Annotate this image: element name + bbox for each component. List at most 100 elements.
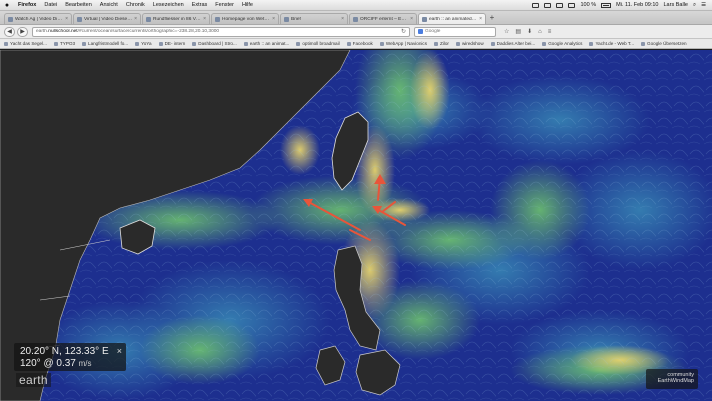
new-tab-button[interactable]: + xyxy=(487,13,497,24)
bookmark-label: optimoll broadmail xyxy=(302,41,340,46)
tab-favicon-icon xyxy=(353,16,358,22)
bookmark-favicon-icon xyxy=(346,41,351,46)
dropbox-icon[interactable] xyxy=(532,2,540,8)
bookmark-favicon-icon xyxy=(542,41,547,46)
tab-close-icon[interactable]: × xyxy=(203,16,206,22)
bookmark-item[interactable]: Dashboard | Stro... xyxy=(192,41,237,46)
forward-button[interactable]: ▶ xyxy=(17,26,28,37)
bookmark-label: Yacht das Segel... xyxy=(10,41,47,46)
bookmark-label: TYPO3 xyxy=(59,41,76,46)
download-icon[interactable]: ⬇ xyxy=(527,28,532,35)
star-icon[interactable]: ☆ xyxy=(504,28,509,35)
bookmark-favicon-icon xyxy=(641,41,646,46)
tab-favicon-icon xyxy=(8,16,13,22)
bookmark-item[interactable]: DE- intern xyxy=(158,41,186,46)
tab-favicon-icon xyxy=(422,16,427,22)
tab-label: Brief xyxy=(291,16,301,22)
location-info-panel: 20.20° N, 123.33° E × 120° @ 0.37 m/s xyxy=(14,343,126,371)
list-icon[interactable]: ☰ xyxy=(701,2,706,8)
home-icon[interactable]: ⌂ xyxy=(538,29,542,35)
browser-tab[interactable]: Brief × xyxy=(280,13,348,24)
tab-favicon-icon xyxy=(284,16,289,22)
bluetooth-icon[interactable] xyxy=(556,2,564,8)
browser-tab[interactable]: Rundfliesser in 86 Video ...× xyxy=(142,13,210,24)
search-icon[interactable]: ⌕ xyxy=(693,2,696,9)
bookmark-item[interactable]: Google Übersetzen xyxy=(641,41,687,46)
menu-firefox[interactable]: Firefox xyxy=(14,2,40,8)
coordinates-readout: 20.20° N, 123.33° E xyxy=(20,346,109,357)
bookmark-label: YoYa xyxy=(141,41,152,46)
menu-user[interactable]: Lars Balle xyxy=(664,2,688,8)
bookmark-item[interactable]: Google Analytics xyxy=(542,41,582,46)
bookmark-label: Zilor xyxy=(440,41,449,46)
google-icon xyxy=(418,29,423,34)
speed-unit[interactable]: m/s xyxy=(79,359,92,368)
bookmark-item[interactable]: Daddies Alter bei... xyxy=(490,41,535,46)
menu-hilfe[interactable]: Hilfe xyxy=(238,2,257,8)
earthwindmap-label: EarthWindMap xyxy=(657,378,694,384)
url-bar[interactable]: earth.nullschool.net/#current/ocean/surf… xyxy=(32,26,410,37)
battery-icon[interactable] xyxy=(601,2,612,8)
url-text[interactable]: earth.nullschool.net/#current/ocean/surf… xyxy=(36,29,401,34)
bookmark-item[interactable]: Langfristmodell fo... xyxy=(82,41,128,46)
wifi-icon[interactable] xyxy=(544,2,552,8)
tab-label: Virtual | Video Dieser Bewe... xyxy=(84,16,132,22)
browser-tab[interactable]: earth :: an animated map o...× xyxy=(418,13,486,24)
apple-menu-icon[interactable]: ● xyxy=(0,2,14,9)
tab-close-icon[interactable]: × xyxy=(134,16,137,22)
menu-chronik[interactable]: Chronik xyxy=(122,2,149,8)
tab-label: Homepage von Wetterdeng... xyxy=(222,16,270,22)
menu-ansicht[interactable]: Ansicht xyxy=(96,2,122,8)
bookmark-favicon-icon xyxy=(192,41,197,46)
bookmark-label: WebApp | Navionics xyxy=(385,41,428,46)
tab-label: Watch Ag | Video Dieser A... xyxy=(15,16,63,22)
menu-fenster[interactable]: Fenster xyxy=(211,2,238,8)
search-input[interactable] xyxy=(425,29,485,34)
menu-extras[interactable]: Extras xyxy=(188,2,212,8)
menu-lesezeichen[interactable]: Lesezeichen xyxy=(149,2,188,8)
bookmark-item[interactable]: optimoll broadmail xyxy=(296,41,340,46)
menu-clock[interactable]: Mi. 11. Feb 09:10 xyxy=(616,2,658,8)
bookmark-item[interactable]: TYPO3 xyxy=(53,41,76,46)
bookmark-item[interactable]: wiredshow xyxy=(455,41,484,46)
bookmark-item[interactable]: Yacht.de - Web T... xyxy=(589,41,634,46)
tab-close-icon[interactable]: × xyxy=(341,16,344,22)
bookmark-label: Google Analytics xyxy=(548,41,583,46)
browser-tab[interactable]: Watch Ag | Video Dieser A...× xyxy=(4,13,72,24)
reload-icon[interactable]: ↻ xyxy=(401,28,406,35)
tab-close-icon[interactable]: × xyxy=(272,16,275,22)
bookmark-item[interactable]: YoYa xyxy=(135,41,152,46)
bookmark-label: wiredshow xyxy=(461,41,484,46)
back-button[interactable]: ◀ xyxy=(4,26,15,37)
tab-favicon-icon xyxy=(146,16,151,22)
volume-icon[interactable] xyxy=(568,2,576,8)
browser-tab[interactable]: Virtual | Video Dieser Bewe...× xyxy=(73,13,141,24)
close-icon[interactable]: × xyxy=(117,346,122,356)
ocean-current-map[interactable]: 20.20° N, 123.33° E × 120° @ 0.37 m/s ea… xyxy=(0,50,712,401)
browser-tab[interactable]: ORCIFF erlernt – Europas g...× xyxy=(349,13,417,24)
bookmark-favicon-icon xyxy=(589,41,594,46)
bookmark-label: DE- intern xyxy=(164,41,186,46)
bookmark-item[interactable]: WebApp | Navionics xyxy=(379,41,428,46)
tab-close-icon[interactable]: × xyxy=(479,16,482,22)
bookmark-item[interactable]: Zilor xyxy=(434,41,449,46)
bookmark-item[interactable]: Yacht das Segel... xyxy=(4,41,47,46)
bookmarks-icon[interactable]: ▤ xyxy=(515,28,521,35)
bookmark-label: Facebook xyxy=(352,41,373,46)
bookmark-item[interactable]: earth :: an animat... xyxy=(243,41,289,46)
earth-menu-button[interactable]: earth xyxy=(16,373,51,387)
search-bar[interactable] xyxy=(414,26,496,37)
bookmark-label: Dashboard | Stro... xyxy=(198,41,237,46)
bookmark-favicon-icon xyxy=(158,41,163,46)
menu-datei[interactable]: Datei xyxy=(40,2,61,8)
menu-icon[interactable]: ≡ xyxy=(548,29,552,35)
tab-label: earth :: an animated map o... xyxy=(429,16,477,22)
tab-close-icon[interactable]: × xyxy=(65,16,68,22)
tab-favicon-icon xyxy=(77,16,82,22)
browser-tab[interactable]: Homepage von Wetterdeng...× xyxy=(211,13,279,24)
tab-close-icon[interactable]: × xyxy=(410,16,413,22)
bookmark-item[interactable]: Facebook xyxy=(346,41,373,46)
community-link[interactable]: community EarthWindMap xyxy=(646,369,698,389)
bookmark-favicon-icon xyxy=(4,41,8,46)
menu-bearbeiten[interactable]: Bearbeiten xyxy=(61,2,96,8)
